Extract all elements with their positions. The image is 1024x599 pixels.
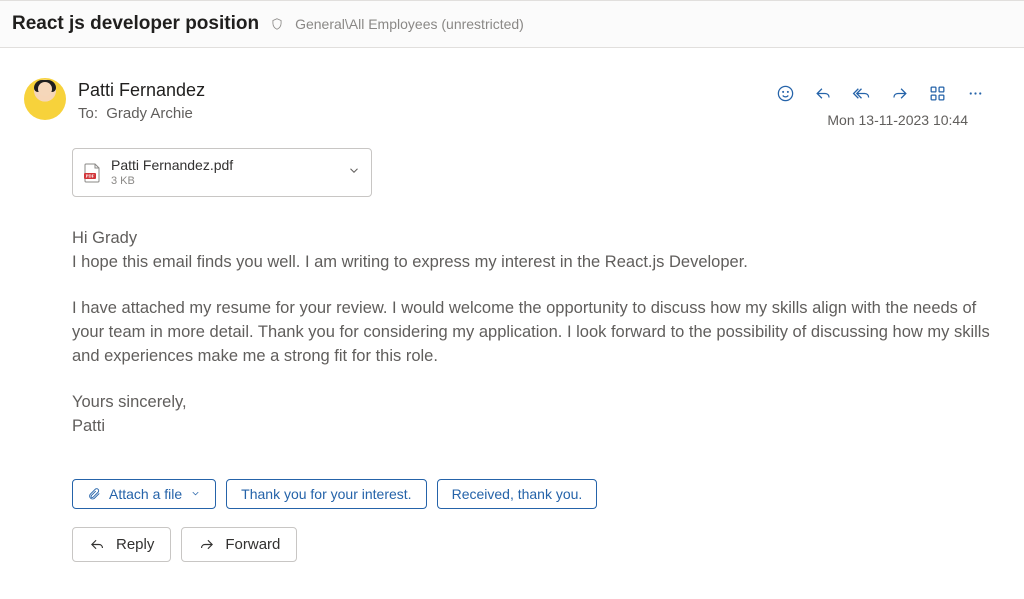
header-toolbar (768, 78, 992, 108)
forward-arrow-icon (198, 536, 215, 553)
reply-action-button[interactable]: Reply (72, 527, 171, 562)
reply-all-button[interactable] (844, 78, 878, 108)
body-signoff: Yours sincerely, (72, 393, 187, 411)
attachment-chip[interactable]: PDF Patti Fernandez.pdf 3 KB (72, 148, 372, 197)
shield-icon (269, 16, 285, 32)
sender-name[interactable]: Patti Fernandez (78, 78, 768, 103)
to-label: To: (78, 105, 98, 122)
suggested-reply-1[interactable]: Thank you for your interest. (226, 479, 426, 509)
message-body: Hi Grady I hope this email finds you wel… (72, 227, 992, 438)
chevron-down-icon (347, 163, 361, 177)
body-line-1: I hope this email finds you well. I am w… (72, 253, 748, 271)
more-icon (966, 84, 985, 103)
reply-icon (814, 84, 833, 103)
reply-button[interactable] (806, 78, 840, 108)
action-row: Reply Forward (72, 527, 1016, 562)
apps-icon (928, 84, 947, 103)
message-header: Patti Fernandez To: Grady Archie (8, 68, 1016, 128)
subject-text: React js developer position (12, 13, 259, 35)
forward-arrow-icon (890, 84, 909, 103)
attach-file-label: Attach a file (109, 486, 182, 502)
attachment-menu-button[interactable] (347, 163, 361, 182)
suggested-reply-2-label: Received, thank you. (452, 486, 583, 502)
forward-button[interactable] (882, 78, 916, 108)
avatar[interactable] (24, 78, 66, 120)
react-button[interactable] (768, 78, 802, 108)
suggestion-row: Attach a file Thank you for your interes… (72, 479, 1016, 509)
forward-action-button[interactable]: Forward (181, 527, 297, 562)
more-button[interactable] (958, 78, 992, 108)
smile-icon (776, 84, 795, 103)
attachment-row: PDF Patti Fernandez.pdf 3 KB (72, 148, 1016, 197)
body-signature: Patti (72, 417, 105, 435)
recipient-line[interactable]: To: Grady Archie (78, 105, 768, 122)
body-paragraph-2: I have attached my resume for your revie… (72, 297, 992, 369)
recipient-name: Grady Archie (106, 105, 193, 122)
apps-button[interactable] (920, 78, 954, 108)
attach-file-button[interactable]: Attach a file (72, 479, 216, 509)
forward-action-label: Forward (225, 536, 280, 553)
chevron-down-icon (190, 488, 201, 499)
body-greeting: Hi Grady (72, 229, 137, 247)
attachment-size: 3 KB (111, 175, 233, 189)
paperclip-icon (87, 487, 101, 501)
reply-all-icon (852, 84, 871, 103)
classification-label: General\All Employees (unrestricted) (295, 16, 524, 32)
suggested-reply-2[interactable]: Received, thank you. (437, 479, 598, 509)
reply-icon (89, 536, 106, 553)
reply-action-label: Reply (116, 536, 154, 553)
timestamp: Mon 13-11-2023 10:44 (827, 112, 992, 128)
message-card: Patti Fernandez To: Grady Archie (8, 68, 1016, 562)
attachment-name: Patti Fernandez.pdf (111, 157, 233, 175)
pdf-icon: PDF (83, 163, 101, 183)
suggested-reply-1-label: Thank you for your interest. (241, 486, 411, 502)
subject-bar: React js developer position General\All … (0, 0, 1024, 48)
svg-text:PDF: PDF (86, 173, 95, 178)
